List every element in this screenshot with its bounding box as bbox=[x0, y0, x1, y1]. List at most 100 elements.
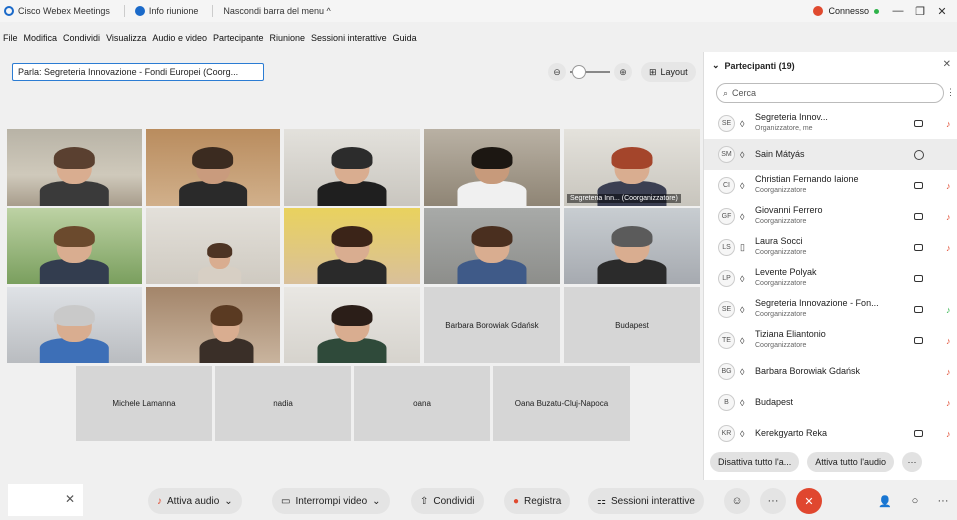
muted-mic-icon[interactable]: ♪ bbox=[946, 367, 951, 377]
participant-row[interactable]: SM ◊ Sain Mátyás bbox=[704, 139, 957, 170]
audio-icon: ◊ bbox=[740, 397, 745, 408]
search-input[interactable]: ⌕ Cerca bbox=[716, 83, 944, 103]
menu-sessioni-interattive[interactable]: Sessioni interattive bbox=[311, 33, 387, 49]
video-tile[interactable] bbox=[146, 208, 280, 284]
menu-guida[interactable]: Guida bbox=[393, 33, 417, 49]
avatar: BG bbox=[718, 363, 735, 380]
muted-mic-icon[interactable]: ♪ bbox=[946, 119, 951, 129]
app-name: Cisco Webex Meetings bbox=[18, 6, 110, 16]
layout-button[interactable]: ⊞ Layout bbox=[641, 62, 696, 82]
participant-row[interactable]: CI ◊ Christian Fernando Iaione Coorganiz… bbox=[704, 170, 957, 201]
audio-icon: ◊ bbox=[740, 273, 745, 284]
chevron-down-icon[interactable]: ⌄ bbox=[372, 496, 380, 507]
participant-row[interactable]: SE ◊ Segreteria Innov... Organizzatore, … bbox=[704, 108, 957, 139]
zoom-in-icon[interactable]: ⊕ bbox=[614, 63, 632, 81]
video-tile[interactable]: Barbara Borowiak Gdańsk bbox=[424, 287, 560, 363]
video-tile[interactable] bbox=[146, 287, 280, 363]
participants-icon[interactable]: 👤 bbox=[872, 488, 898, 514]
video-tile[interactable]: oana bbox=[354, 366, 490, 441]
share-button[interactable]: ⇧ Condividi bbox=[411, 488, 484, 514]
video-tile-active-speaker[interactable]: Segreteria Inn... (Coorganizzatore) bbox=[564, 129, 700, 206]
close-window-button[interactable]: ✕ bbox=[931, 5, 953, 18]
participant-row[interactable]: KR ◊ Kerekgyarto Reka ♪ bbox=[704, 418, 957, 449]
participant-row[interactable]: LS ▯ Laura Socci Coorganizzatore ♪ bbox=[704, 232, 957, 263]
participant-role: Coorganizzatore bbox=[755, 280, 807, 287]
record-button[interactable]: ● Registra bbox=[504, 488, 571, 514]
zoom-slider[interactable] bbox=[570, 65, 610, 79]
mute-all-button[interactable]: Disattiva tutto l'a... bbox=[710, 452, 800, 472]
video-tile[interactable] bbox=[7, 208, 142, 284]
unmute-audio-button[interactable]: ♪ Attiva audio ⌄ bbox=[148, 488, 242, 514]
participant-name: Giovanni Ferrero bbox=[755, 205, 823, 215]
participant-row[interactable]: TE ◊ Tiziana Eliantonio Coorganizzatore … bbox=[704, 325, 957, 356]
participant-role: Organizzatore, me bbox=[755, 125, 813, 132]
maximize-button[interactable]: ❐ bbox=[909, 5, 931, 18]
close-icon[interactable]: ✕ bbox=[65, 492, 75, 506]
muted-mic-icon[interactable]: ♪ bbox=[946, 212, 951, 222]
divider bbox=[212, 5, 214, 17]
menu-audio-video[interactable]: Audio e video bbox=[152, 33, 207, 49]
chevron-down-icon[interactable]: ⌄ bbox=[224, 496, 232, 507]
minimize-button[interactable]: — bbox=[887, 5, 909, 17]
more-options-button[interactable]: ··· bbox=[902, 452, 923, 472]
more-button[interactable]: ··· bbox=[760, 488, 786, 514]
audio-icon: ◊ bbox=[740, 118, 745, 129]
menu-file[interactable]: File bbox=[3, 33, 18, 49]
tile-name: Oana Buzatu-Cluj-Napoca bbox=[514, 399, 609, 408]
webex-logo-icon bbox=[4, 6, 14, 16]
meeting-info-button[interactable]: Info riunione bbox=[134, 6, 198, 16]
video-tile[interactable] bbox=[146, 129, 280, 206]
participant-row[interactable]: GF ◊ Giovanni Ferrero Coorganizzatore ♪ bbox=[704, 201, 957, 232]
video-tile[interactable] bbox=[284, 129, 420, 206]
avatar: LP bbox=[718, 270, 735, 287]
participant-row[interactable]: B ◊ Budapest ♪ bbox=[704, 387, 957, 418]
participant-row[interactable]: LP ◊ Levente Polyak Coorganizzatore bbox=[704, 263, 957, 294]
menu-modifica[interactable]: Modifica bbox=[24, 33, 58, 49]
reactions-button[interactable]: ☺ bbox=[724, 488, 750, 514]
video-camera-icon bbox=[914, 430, 923, 437]
participants-header[interactable]: ⌄ Partecipanti (19) bbox=[712, 60, 795, 71]
zoom-slider-handle[interactable] bbox=[572, 65, 586, 79]
avatar: GF bbox=[718, 208, 735, 225]
menu-condividi[interactable]: Condividi bbox=[63, 33, 100, 49]
tile-name: oana bbox=[413, 399, 431, 408]
tile-name: Michele Lamanna bbox=[112, 399, 176, 408]
leave-meeting-button[interactable]: ✕ bbox=[796, 488, 822, 514]
muted-mic-icon[interactable]: ♪ bbox=[946, 336, 951, 346]
video-tile[interactable] bbox=[284, 208, 420, 284]
stop-video-button[interactable]: ▭ Interrompi video ⌄ bbox=[272, 488, 390, 514]
chat-icon[interactable]: ○ bbox=[902, 488, 928, 514]
sort-icon[interactable]: ⋮ bbox=[946, 87, 955, 98]
video-tile[interactable] bbox=[7, 287, 142, 363]
menu-riunione[interactable]: Riunione bbox=[270, 33, 306, 49]
chat-icon[interactable] bbox=[914, 149, 924, 160]
more-panels-button[interactable]: ··· bbox=[930, 488, 956, 514]
video-tile[interactable]: Budapest bbox=[564, 287, 700, 363]
muted-mic-icon[interactable]: ♪ bbox=[946, 398, 951, 408]
video-tile[interactable] bbox=[284, 287, 420, 363]
close-icon[interactable]: ✕ bbox=[943, 59, 951, 70]
unmute-all-button[interactable]: Attiva tutto l'audio bbox=[807, 452, 895, 472]
breakout-sessions-button[interactable]: ⚏ Sessioni interattive bbox=[588, 488, 704, 514]
participant-row[interactable]: BG ◊ Barbara Borowiak Gdańsk ♪ bbox=[704, 356, 957, 387]
menu-partecipante[interactable]: Partecipante bbox=[213, 33, 264, 49]
participant-row[interactable]: SE ◊ Segreteria Innovazione - Fon... Coo… bbox=[704, 294, 957, 325]
zoom-out-icon[interactable]: ⊖ bbox=[548, 63, 566, 81]
active-mic-icon[interactable]: ♪ bbox=[946, 305, 951, 315]
video-tile[interactable] bbox=[564, 208, 700, 284]
connection-status[interactable]: Connesso bbox=[828, 6, 869, 16]
video-tile[interactable]: nadia bbox=[215, 366, 351, 441]
hide-menu-button[interactable]: Nascondi barra del menu ^ bbox=[223, 6, 330, 16]
tile-name: Barbara Borowiak Gdańsk bbox=[445, 320, 539, 330]
grid-icon: ⊞ bbox=[649, 66, 657, 77]
video-tile[interactable] bbox=[424, 129, 560, 206]
muted-mic-icon[interactable]: ♪ bbox=[946, 243, 951, 253]
video-tile[interactable] bbox=[424, 208, 560, 284]
video-tile[interactable]: Michele Lamanna bbox=[76, 366, 212, 441]
muted-mic-icon[interactable]: ♪ bbox=[946, 429, 951, 439]
muted-mic-icon[interactable]: ♪ bbox=[946, 181, 951, 191]
video-tile[interactable]: Oana Buzatu-Cluj-Napoca bbox=[493, 366, 630, 441]
tile-caption: Segreteria Inn... (Coorganizzatore) bbox=[567, 194, 681, 203]
video-tile[interactable] bbox=[7, 129, 142, 206]
menu-visualizza[interactable]: Visualizza bbox=[106, 33, 146, 49]
